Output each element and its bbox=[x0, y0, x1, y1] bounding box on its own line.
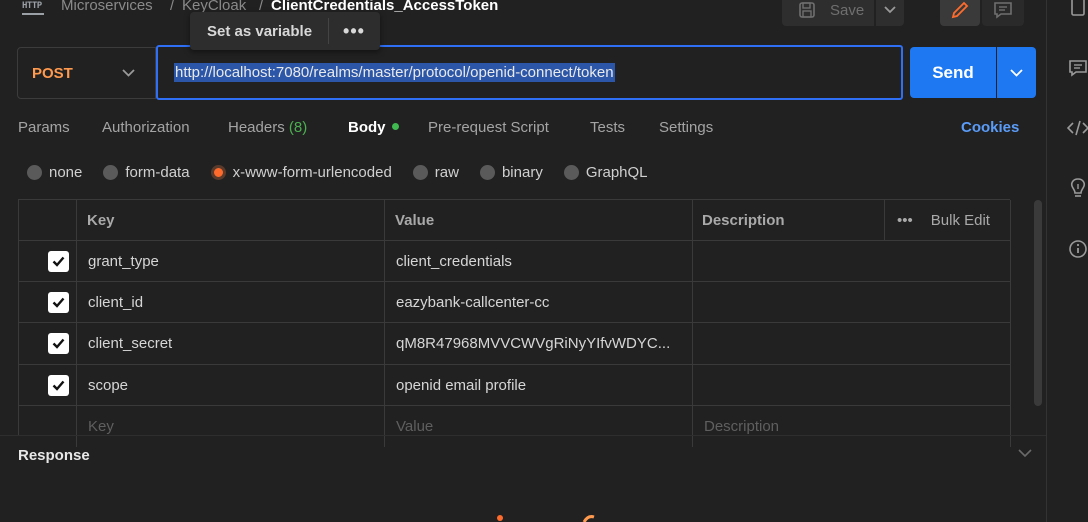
table-row-value[interactable]: qM8R47968MVVCWVgRiNyYIfvWDYC... bbox=[385, 323, 693, 365]
headers-count: (8) bbox=[288, 119, 308, 136]
url-text[interactable]: http://localhost:7080/realms/master/prot… bbox=[174, 63, 615, 82]
set-as-variable-button[interactable]: Set as variable bbox=[190, 23, 328, 40]
table-header-actions: ••• Bulk Edit bbox=[885, 200, 1011, 241]
table-row-checkbox-cell bbox=[19, 282, 77, 323]
table-row-description[interactable] bbox=[693, 365, 1011, 406]
tab-params[interactable]: Params bbox=[18, 119, 70, 136]
radio-none-label: none bbox=[49, 164, 83, 181]
chevron-down-icon[interactable] bbox=[1018, 449, 1032, 458]
more-options-icon[interactable]: ••• bbox=[329, 21, 379, 42]
table-row-description[interactable] bbox=[693, 282, 1011, 323]
body-type-options: none form-data x-www-form-urlencoded raw… bbox=[27, 164, 669, 181]
tab-headers-label: Headers bbox=[228, 119, 285, 136]
table-row-checkbox-cell bbox=[19, 323, 77, 365]
radio-raw-label: raw bbox=[434, 164, 459, 181]
more-options-icon[interactable]: ••• bbox=[897, 212, 913, 229]
table-row-key[interactable]: grant_type bbox=[77, 241, 385, 282]
row-checkbox[interactable] bbox=[48, 333, 69, 354]
new-value-input[interactable]: Value bbox=[385, 406, 693, 447]
check-icon bbox=[52, 380, 65, 391]
pencil-icon bbox=[951, 1, 969, 19]
method-select[interactable]: POST bbox=[17, 47, 156, 99]
radio-raw[interactable]: raw bbox=[412, 164, 459, 181]
new-key-input[interactable]: Key bbox=[77, 406, 385, 447]
radio-x-www-form-urlencoded[interactable]: x-www-form-urlencoded bbox=[210, 164, 392, 181]
table-header-description: Description bbox=[693, 200, 885, 241]
chevron-down-icon bbox=[884, 6, 896, 14]
radio-binary-label: binary bbox=[501, 164, 543, 181]
table-row-description[interactable] bbox=[693, 241, 1011, 282]
tab-body-label: Body bbox=[348, 119, 386, 136]
top-bar: HTTP Microservices / KeyCloak / ClientCr… bbox=[0, 0, 1046, 26]
radio-urlencoded-label: x-www-form-urlencoded bbox=[232, 164, 392, 181]
right-sidebar bbox=[1046, 0, 1088, 522]
edit-button[interactable] bbox=[940, 0, 980, 26]
check-icon bbox=[52, 338, 65, 349]
table-header-key: Key bbox=[77, 200, 385, 241]
table-row-value[interactable]: eazybank-callcenter-cc bbox=[385, 282, 693, 323]
new-description-input[interactable]: Description bbox=[693, 406, 1011, 447]
table-row-checkbox-cell bbox=[19, 241, 77, 282]
check-icon bbox=[52, 256, 65, 267]
table-row-value[interactable]: client_credentials bbox=[385, 241, 693, 282]
row-checkbox[interactable] bbox=[48, 291, 69, 313]
table-header-value: Value bbox=[385, 200, 693, 241]
comment-icon[interactable] bbox=[1067, 57, 1088, 79]
chevron-down-icon bbox=[122, 69, 135, 77]
radio-none[interactable]: none bbox=[27, 164, 82, 181]
send-options-button[interactable] bbox=[997, 47, 1036, 98]
method-label: POST bbox=[32, 64, 73, 82]
url-input[interactable]: http://localhost:7080/realms/master/prot… bbox=[156, 45, 903, 100]
radio-form-data[interactable]: form-data bbox=[103, 164, 190, 181]
lightbulb-icon[interactable] bbox=[1067, 177, 1088, 199]
table-scrollbar[interactable] bbox=[1034, 200, 1042, 406]
radio-binary[interactable]: binary bbox=[479, 164, 543, 181]
save-label: Save bbox=[830, 1, 865, 19]
divider bbox=[0, 435, 1046, 436]
radio-graphql[interactable]: GraphQL bbox=[563, 164, 648, 181]
table-row-key[interactable]: client_secret bbox=[77, 323, 385, 365]
tab-settings[interactable]: Settings bbox=[659, 119, 713, 136]
params-table: Key Value Description ••• Bulk Edit gran… bbox=[18, 199, 1011, 447]
breadcrumb-microservices[interactable]: Microservices bbox=[61, 0, 153, 14]
document-icon[interactable] bbox=[1067, 0, 1088, 18]
table-row-key[interactable]: client_id bbox=[77, 282, 385, 323]
row-checkbox[interactable] bbox=[48, 374, 69, 396]
table-row-value[interactable]: openid email profile bbox=[385, 365, 693, 406]
save-icon bbox=[799, 2, 815, 18]
check-icon bbox=[52, 297, 65, 308]
save-options-button[interactable] bbox=[876, 0, 904, 26]
response-illustration bbox=[497, 515, 595, 522]
table-row-checkbox-cell bbox=[19, 365, 77, 406]
cookies-link[interactable]: Cookies bbox=[961, 119, 1019, 136]
table-header-check bbox=[19, 200, 77, 241]
response-title: Response bbox=[18, 447, 90, 464]
comment-icon bbox=[994, 2, 1012, 19]
body-active-dot bbox=[391, 122, 399, 130]
tab-authorization[interactable]: Authorization bbox=[102, 119, 190, 136]
row-checkbox[interactable] bbox=[48, 250, 69, 272]
breadcrumb-separator: / bbox=[170, 0, 175, 14]
tab-body[interactable]: Body bbox=[348, 119, 399, 136]
chevron-down-icon bbox=[1010, 68, 1023, 77]
tab-pre-request-script[interactable]: Pre-request Script bbox=[428, 119, 549, 136]
send-button[interactable]: Send bbox=[910, 47, 996, 98]
table-row-description[interactable] bbox=[693, 323, 1011, 365]
info-icon[interactable] bbox=[1067, 238, 1088, 260]
comments-button[interactable] bbox=[982, 0, 1024, 26]
http-request-icon: HTTP bbox=[22, 0, 46, 16]
table-row-key[interactable]: scope bbox=[77, 365, 385, 406]
tab-headers[interactable]: Headers (8) bbox=[228, 119, 307, 136]
set-as-variable-tooltip: Set as variable ••• bbox=[190, 12, 380, 50]
http-icon-label: HTTP bbox=[22, 1, 42, 11]
tab-tests[interactable]: Tests bbox=[590, 119, 625, 136]
radio-graphql-label: GraphQL bbox=[585, 164, 648, 181]
save-button[interactable]: Save bbox=[782, 0, 874, 26]
bulk-edit-button[interactable]: Bulk Edit bbox=[931, 212, 990, 229]
code-icon[interactable] bbox=[1067, 117, 1088, 139]
table-row-checkbox-cell bbox=[19, 406, 77, 447]
radio-form-data-label: form-data bbox=[125, 164, 190, 181]
